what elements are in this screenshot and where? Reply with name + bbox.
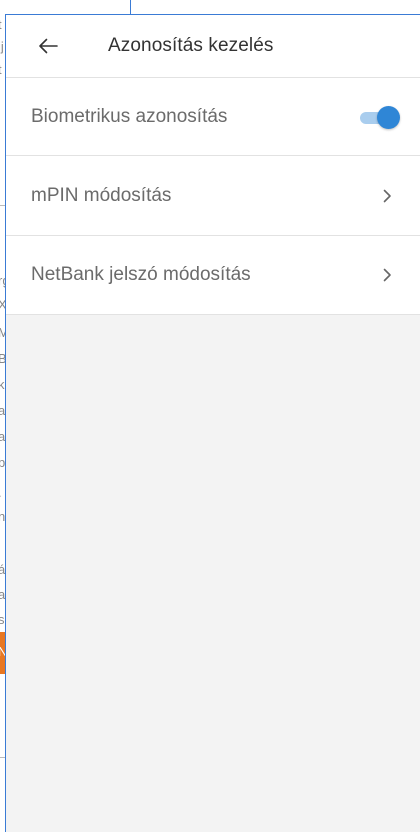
chevron-right-icon <box>380 265 394 285</box>
netbank-password-change-item[interactable]: NetBank jelszó módosítás <box>6 235 420 315</box>
settings-list: Biometrikus azonosítás mPIN módosítás Ne… <box>6 77 420 315</box>
mpin-change-item[interactable]: mPIN módosítás <box>6 155 420 235</box>
back-button[interactable] <box>20 15 76 77</box>
chevron-right-icon <box>380 186 394 206</box>
app-viewport: t jj t rg X M B k a a b . n á a s N Azon… <box>0 0 420 832</box>
toggle-knob <box>377 105 400 129</box>
biometric-auth-toggle[interactable] <box>360 105 400 129</box>
arrow-left-icon <box>39 38 58 54</box>
biometric-auth-label: Biometrikus azonosítás <box>31 105 228 127</box>
header-bar: Azonosítás kezelés <box>6 15 420 77</box>
biometric-auth-item[interactable]: Biometrikus azonosítás <box>6 77 420 155</box>
page-title: Azonosítás kezelés <box>108 35 274 56</box>
auth-settings-panel: Azonosítás kezelés Biometrikus azonosítá… <box>5 14 420 832</box>
netbank-password-change-label: NetBank jelszó módosítás <box>31 264 251 285</box>
mpin-change-label: mPIN módosítás <box>31 184 172 206</box>
panel-border-stub <box>130 0 131 14</box>
